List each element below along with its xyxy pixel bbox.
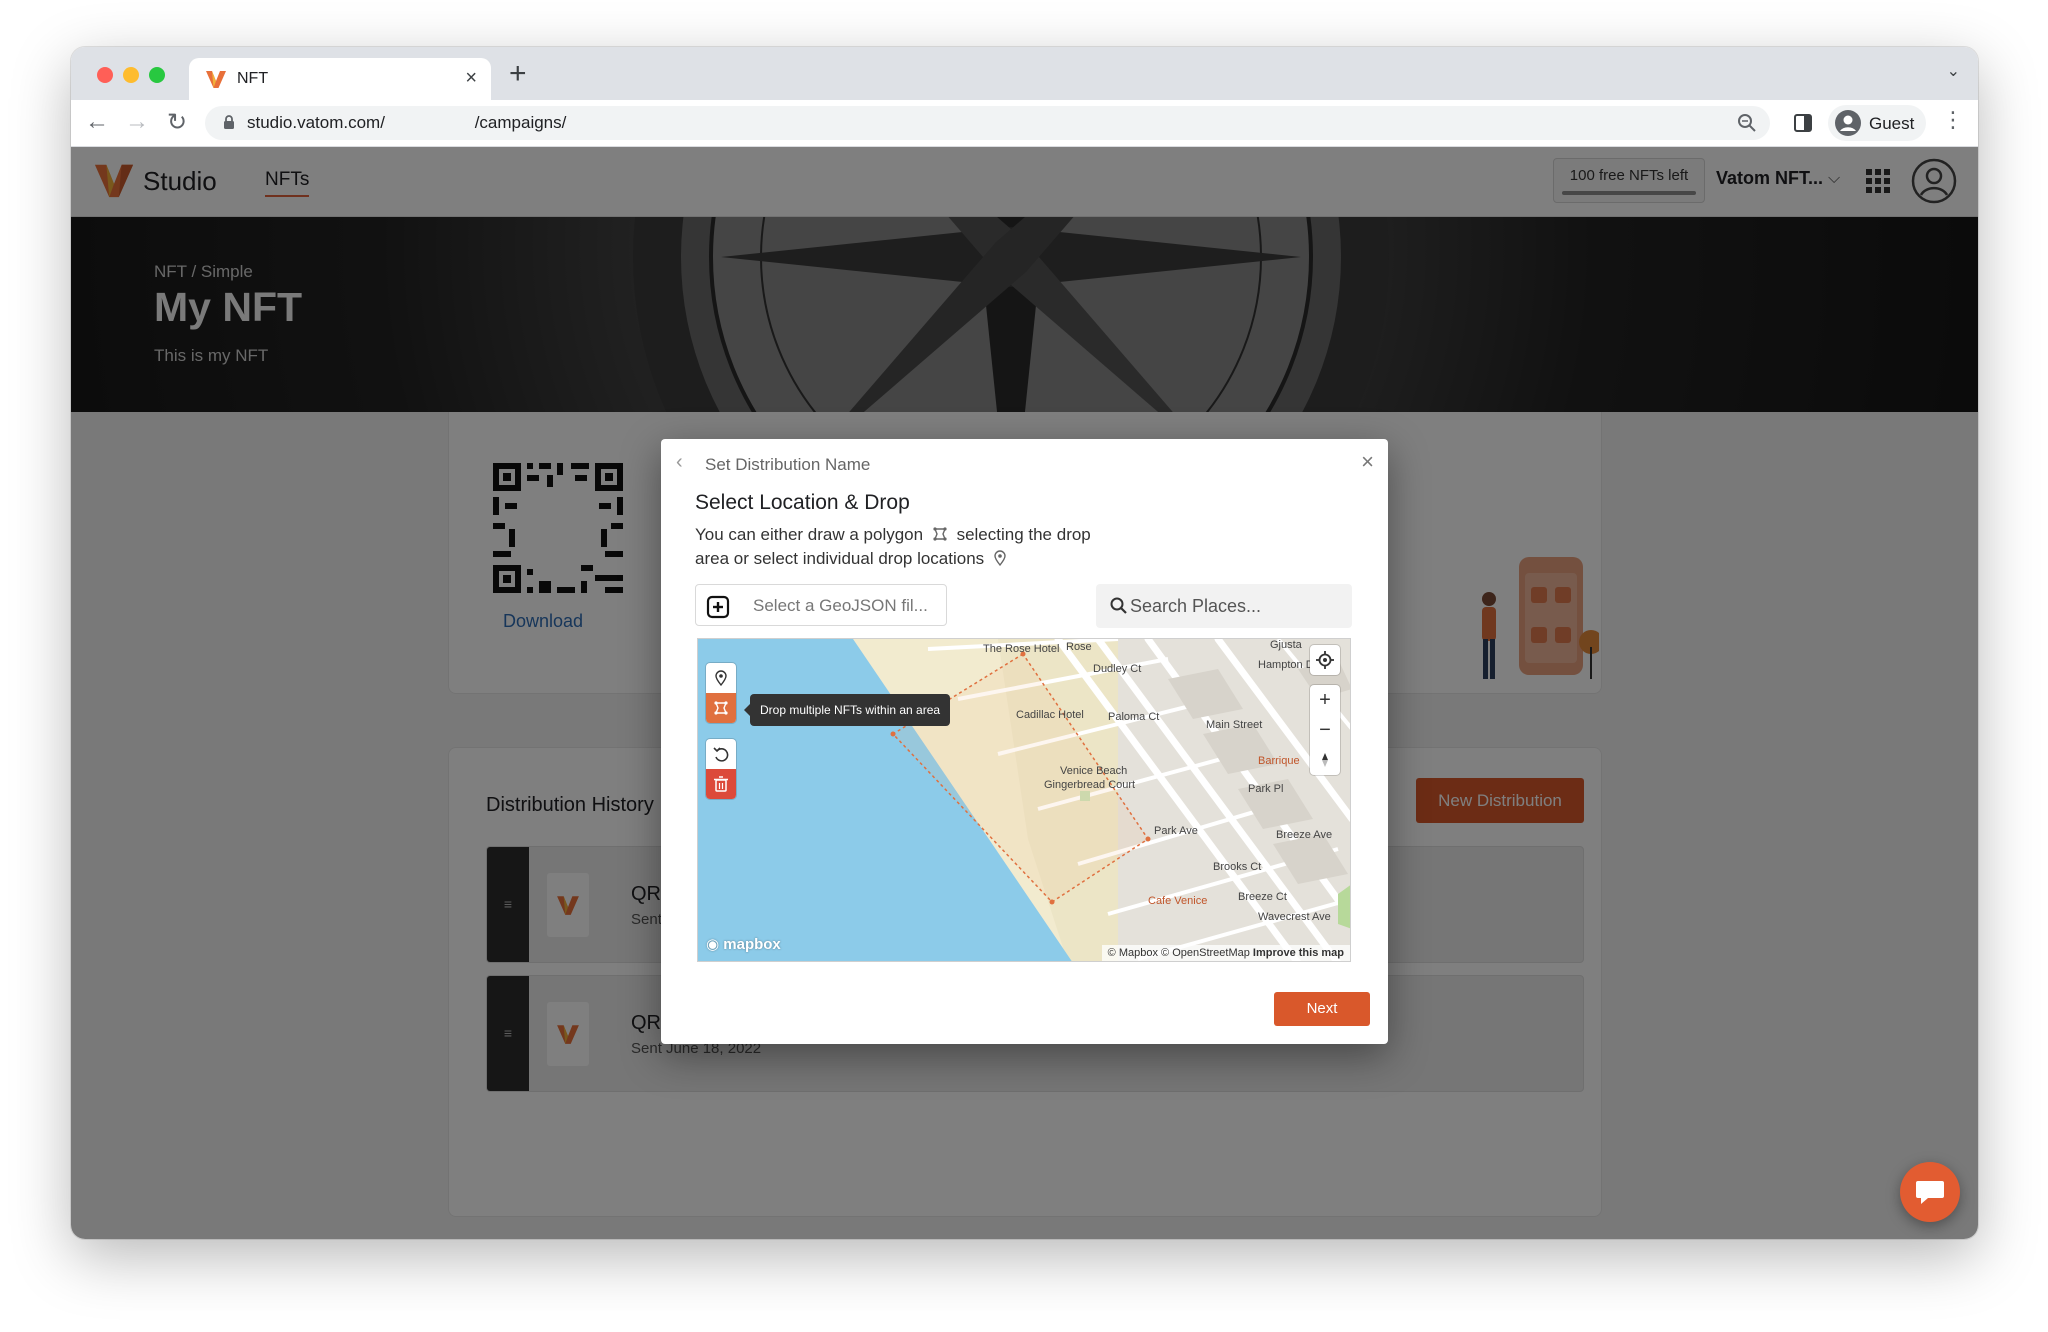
map-label-breeze-ct: Breeze Ct [1238,891,1287,903]
minimize-window-button[interactable] [123,67,139,83]
browser-toolbar: ← → ↻ studio.vatom.com/ /campaigns/ Gues… [71,100,1978,147]
location-pin-icon [715,670,727,686]
delete-button[interactable] [706,769,736,799]
modal-description: You can either draw a polygon selecting … [695,525,1091,568]
select-location-modal: ‹ Set Distribution Name × Select Locatio… [661,439,1388,1044]
map-label-main-street: Main Street [1206,719,1263,731]
vatom-logo-icon [206,71,226,88]
map-attribution: © Mapbox © OpenStreetMap Improve this ma… [1101,945,1350,961]
url-text: studio.vatom.com/ /campaigns/ [247,113,567,132]
profile-button[interactable]: Guest [1828,105,1926,141]
reload-button[interactable]: ↻ [167,108,187,137]
map-label-gjusta: Gjusta [1270,639,1302,651]
close-tab-icon[interactable]: × [465,67,477,90]
close-window-button[interactable] [97,67,113,83]
map-label-cadillac: Cadillac Hotel [1016,709,1084,721]
browser-menu-icon[interactable]: ⋮ [1942,109,1964,131]
geojson-file-input[interactable]: Select a GeoJSON fil... [695,584,947,626]
map-label-wavecrest: Wavecrest Ave [1258,911,1331,923]
map-label-park-pl: Park Pl [1248,783,1284,795]
north-arrow-icon [1322,753,1328,767]
chat-button[interactable] [1900,1162,1960,1222]
modal-title: Select Location & Drop [695,491,910,514]
map-label-dudley: Dudley Ct [1093,663,1142,675]
maximize-window-button[interactable] [149,67,165,83]
draw-tools [706,663,736,723]
map-label-rose: Rose [1066,641,1092,653]
tab-strip: NFT × + ⌄ [71,47,1978,100]
profile-name: Guest [1869,114,1915,133]
back-chevron-icon[interactable]: ‹ [676,451,683,474]
edit-tools [706,739,736,799]
location-pin-icon [994,550,1006,566]
zoom-icon[interactable] [1736,112,1758,134]
add-file-icon [706,595,730,619]
map-label-breeze-ave: Breeze Ave [1276,829,1333,841]
undo-icon [713,747,729,762]
geolocate-button[interactable] [1310,645,1340,675]
chevron-down-icon[interactable]: ⌄ [1947,61,1960,81]
point-tool-button[interactable] [706,663,736,693]
lock-icon [224,115,234,129]
app-viewport: Studio NFTs 100 free NFTs left Vatom NFT… [71,147,1978,1239]
new-tab-button[interactable]: + [509,57,527,91]
mapbox-logo[interactable]: ◉ mapbox [706,935,781,953]
map-label-cafe-venice: Cafe Venice [1148,895,1208,907]
map-label-rose-hotel: The Rose Hotel [983,643,1060,655]
polygon-icon [714,701,728,715]
map-label-gingerbread-court: Gingerbread Court [1044,779,1136,791]
map-label-brooks-ct: Brooks Ct [1213,861,1262,873]
map-label-venice-beach: Venice Beach [1060,765,1128,777]
address-bar[interactable]: studio.vatom.com/ /campaigns/ [205,106,1770,140]
side-panel-icon[interactable] [1793,113,1813,133]
search-icon [1110,597,1127,614]
search-places-input[interactable]: Search Places... [1096,584,1352,628]
browser-tab[interactable]: NFT × [189,58,491,100]
map-label-paloma: Paloma Ct [1108,711,1160,723]
zoom-in-button[interactable]: + [1310,685,1340,715]
avatar-icon [1835,110,1861,136]
back-step-label[interactable]: Set Distribution Name [705,455,870,475]
chat-bubble-icon [1916,1181,1944,1204]
next-button[interactable]: Next [1274,992,1370,1026]
close-icon[interactable]: × [1361,449,1374,475]
forward-button[interactable]: → [125,108,149,136]
undo-button[interactable] [706,739,736,769]
geolocate-control [1310,645,1340,675]
zoom-controls: + − [1310,685,1340,775]
crosshair-icon [1316,651,1334,669]
map-label-barrique: Barrique [1258,755,1300,767]
trash-icon [714,776,728,792]
polygon-icon [933,527,947,541]
compass-button[interactable] [1310,745,1340,775]
search-placeholder: Search Places... [1130,596,1262,616]
polygon-tool-button[interactable] [706,693,736,723]
zoom-out-button[interactable]: − [1310,715,1340,745]
map-canvas[interactable] [698,639,1351,962]
map-view[interactable]: The Rose Hotel Rose Dudley Ct Hampton Dr… [697,638,1351,962]
tab-title: NFT [237,70,269,87]
polygon-tool-tooltip: Drop multiple NFTs within an area [743,694,951,726]
back-button[interactable]: ← [85,108,109,136]
geojson-placeholder: Select a GeoJSON fil... [753,596,928,615]
map-label-hampton: Hampton Dr [1258,659,1318,671]
browser-window: NFT × + ⌄ ← → ↻ studio.vatom.com/ /campa… [71,47,1978,1239]
map-label-park-ave: Park Ave [1154,825,1198,837]
